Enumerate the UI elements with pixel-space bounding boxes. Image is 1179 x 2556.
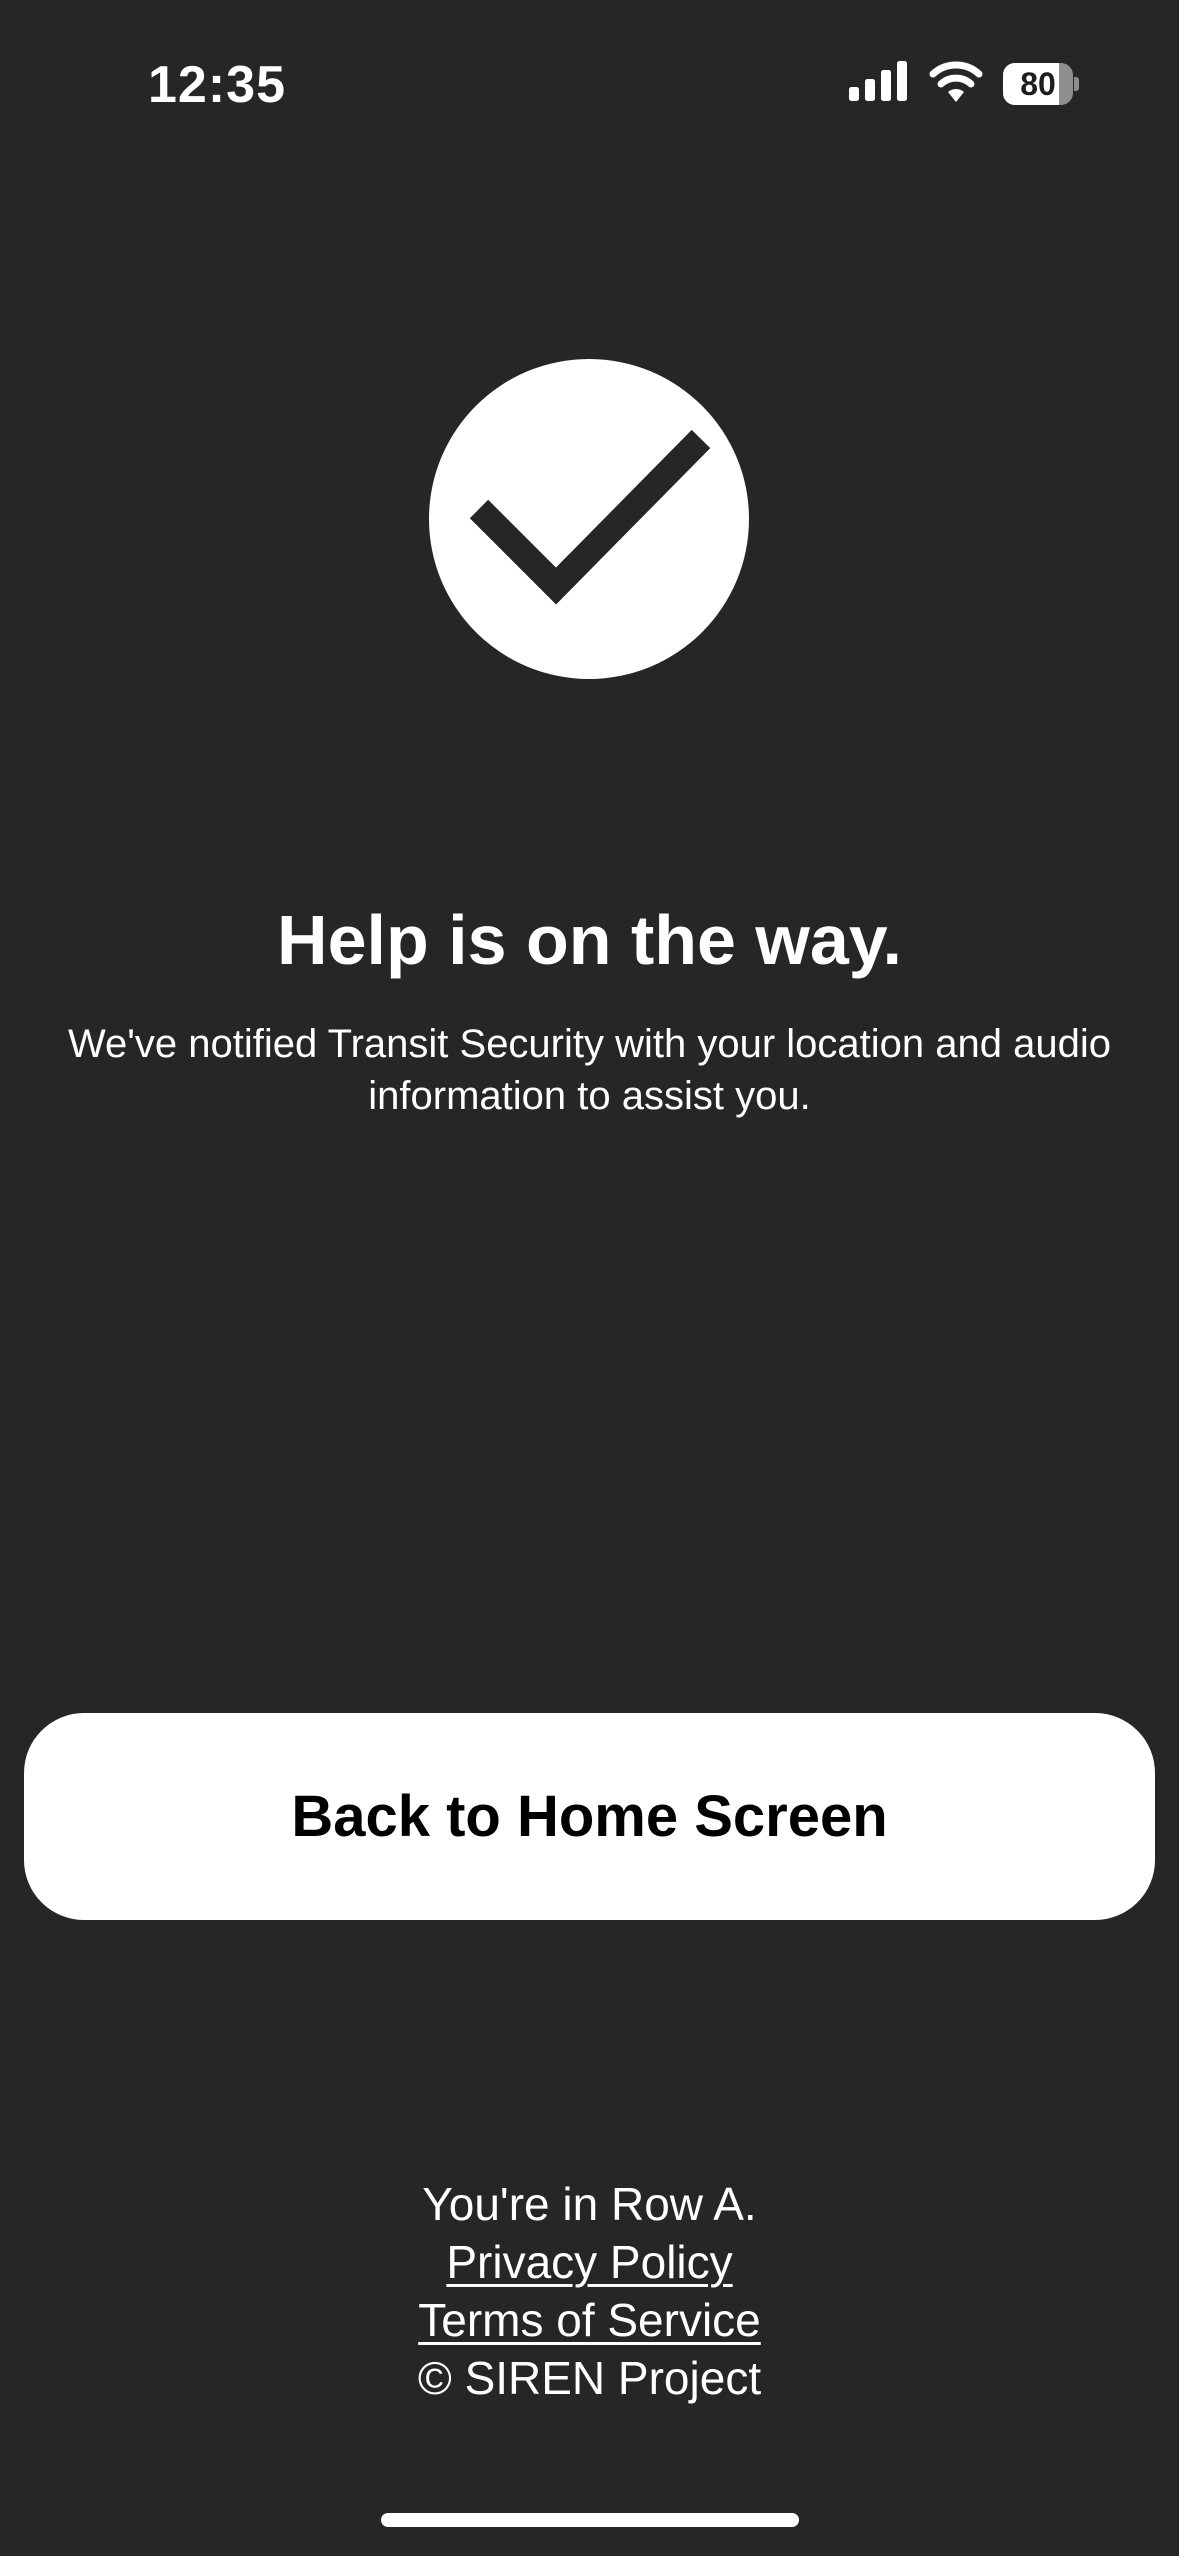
back-to-home-button[interactable]: Back to Home Screen: [24, 1713, 1155, 1920]
checkmark-circle: [429, 359, 749, 679]
checkmark-icon: [469, 429, 711, 605]
battery-icon: 80: [1003, 62, 1079, 105]
terms-of-service-link[interactable]: Terms of Service: [418, 2294, 761, 2346]
battery-cap: [1074, 76, 1079, 91]
wifi-icon: [929, 60, 983, 107]
copyright-text: © SIREN Project: [417, 2352, 762, 2404]
confirmation-message: We've notified Transit Security with you…: [67, 1022, 1111, 1118]
status-time: 12:35: [148, 56, 286, 114]
status-icons: 80: [849, 60, 1079, 107]
status-bar: 12:35 80: [0, 0, 1179, 170]
confirmation-headline: Help is on the way.: [277, 901, 902, 979]
footer: You're in Row A. Privacy Policy Terms of…: [0, 2175, 1179, 2407]
cellular-signal-icon: [849, 61, 909, 106]
row-location-text: You're in Row A.: [422, 2178, 757, 2230]
privacy-policy-link[interactable]: Privacy Policy: [446, 2236, 732, 2288]
home-indicator[interactable]: [381, 2513, 799, 2527]
battery-level: 80: [1020, 65, 1056, 102]
